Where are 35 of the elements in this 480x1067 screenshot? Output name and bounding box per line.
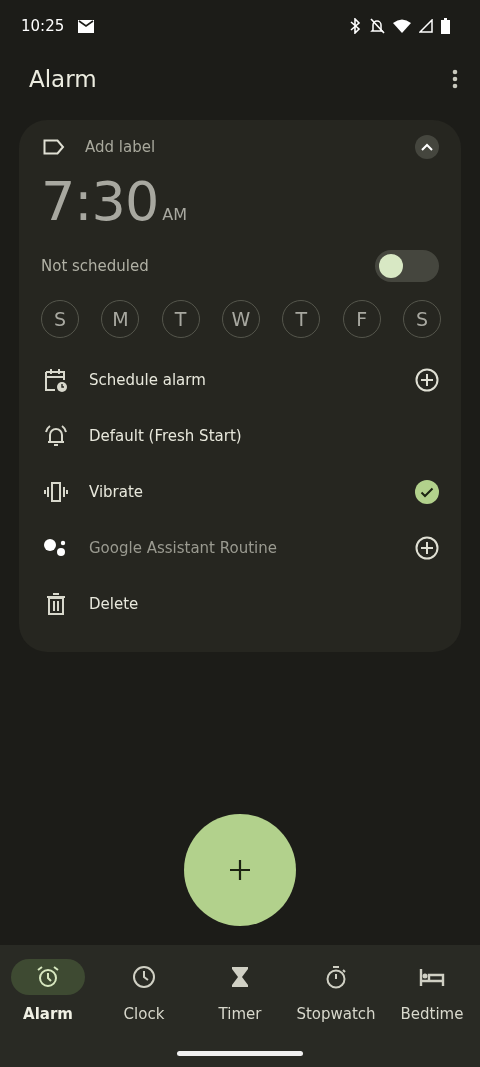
nav-tab[interactable]: Clock bbox=[96, 959, 192, 1067]
collapse-button[interactable] bbox=[415, 135, 439, 159]
add-label-field[interactable]: Add label bbox=[85, 138, 156, 156]
clock-icon bbox=[131, 964, 157, 990]
more-menu-icon[interactable] bbox=[452, 69, 458, 89]
option-label[interactable]: Vibrate bbox=[89, 483, 144, 501]
bell-off-icon bbox=[369, 18, 385, 34]
nav-tab[interactable]: Alarm bbox=[0, 959, 96, 1067]
signal-icon bbox=[419, 19, 433, 33]
calendar-clock-icon bbox=[43, 367, 69, 393]
plus-icon bbox=[229, 859, 251, 881]
option-label[interactable]: Delete bbox=[89, 595, 139, 613]
nav-tab[interactable]: Stopwatch bbox=[288, 959, 384, 1067]
schedule-status: Not scheduled bbox=[41, 257, 149, 275]
mail-icon bbox=[78, 19, 95, 33]
alarm-clock-icon bbox=[35, 964, 61, 990]
option-label[interactable]: Default (Fresh Start) bbox=[89, 427, 242, 445]
bluetooth-icon bbox=[350, 18, 361, 34]
add-circle-icon[interactable] bbox=[415, 536, 439, 560]
wifi-icon bbox=[393, 19, 411, 33]
alarm-switch[interactable] bbox=[375, 250, 439, 282]
nav-tab[interactable]: Timer bbox=[192, 959, 288, 1067]
alarm-time[interactable]: 7:30 bbox=[41, 170, 159, 233]
chevron-icon bbox=[421, 143, 433, 151]
label-tag-icon bbox=[43, 139, 65, 155]
status-time: 10:25 bbox=[21, 17, 65, 35]
add-circle-icon[interactable] bbox=[415, 368, 439, 392]
option-label[interactable]: Schedule alarm bbox=[89, 371, 206, 389]
bell-icon bbox=[43, 423, 69, 449]
alarm-period: AM bbox=[162, 205, 187, 224]
nav-tab[interactable]: Bedtime bbox=[384, 959, 480, 1067]
checkbox-checked-icon[interactable] bbox=[415, 480, 439, 504]
battery-icon bbox=[441, 18, 450, 34]
page-title: Alarm bbox=[29, 66, 97, 92]
vibrate-icon bbox=[43, 479, 69, 505]
